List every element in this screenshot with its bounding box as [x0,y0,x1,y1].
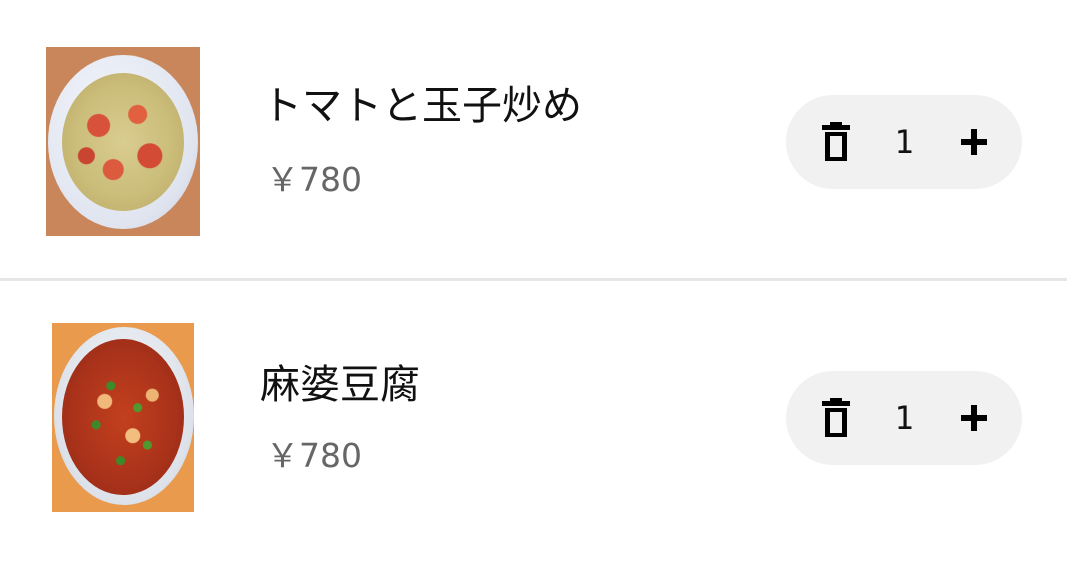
increment-button[interactable] [944,388,1004,448]
item-price: ￥780 [266,436,362,475]
delete-button[interactable] [806,112,866,172]
delete-button[interactable] [806,388,866,448]
quantity-value: 1 [894,123,914,161]
quantity-stepper: 1 [786,95,1022,189]
item-name: 麻婆豆腐 [260,362,420,408]
plus-icon [961,129,987,155]
quantity-stepper: 1 [786,371,1022,465]
food-thumbnail [46,47,200,236]
quantity-value: 1 [894,399,914,437]
cart-item: 麻婆豆腐 ￥780 1 [0,281,1067,568]
trash-icon [822,398,850,437]
item-name: トマトと玉子炒め [262,83,582,129]
item-price: ￥780 [266,160,362,199]
increment-button[interactable] [944,112,1004,172]
tomato-egg-dish-image [62,73,184,211]
cart-item: トマトと玉子炒め ￥780 1 [0,0,1067,278]
plus-icon [961,405,987,431]
mapo-tofu-dish-image [62,339,184,495]
trash-icon [822,122,850,161]
cart-item-list: トマトと玉子炒め ￥780 1 麻婆豆腐 ￥780 1 [0,0,1067,568]
food-thumbnail [52,323,194,512]
